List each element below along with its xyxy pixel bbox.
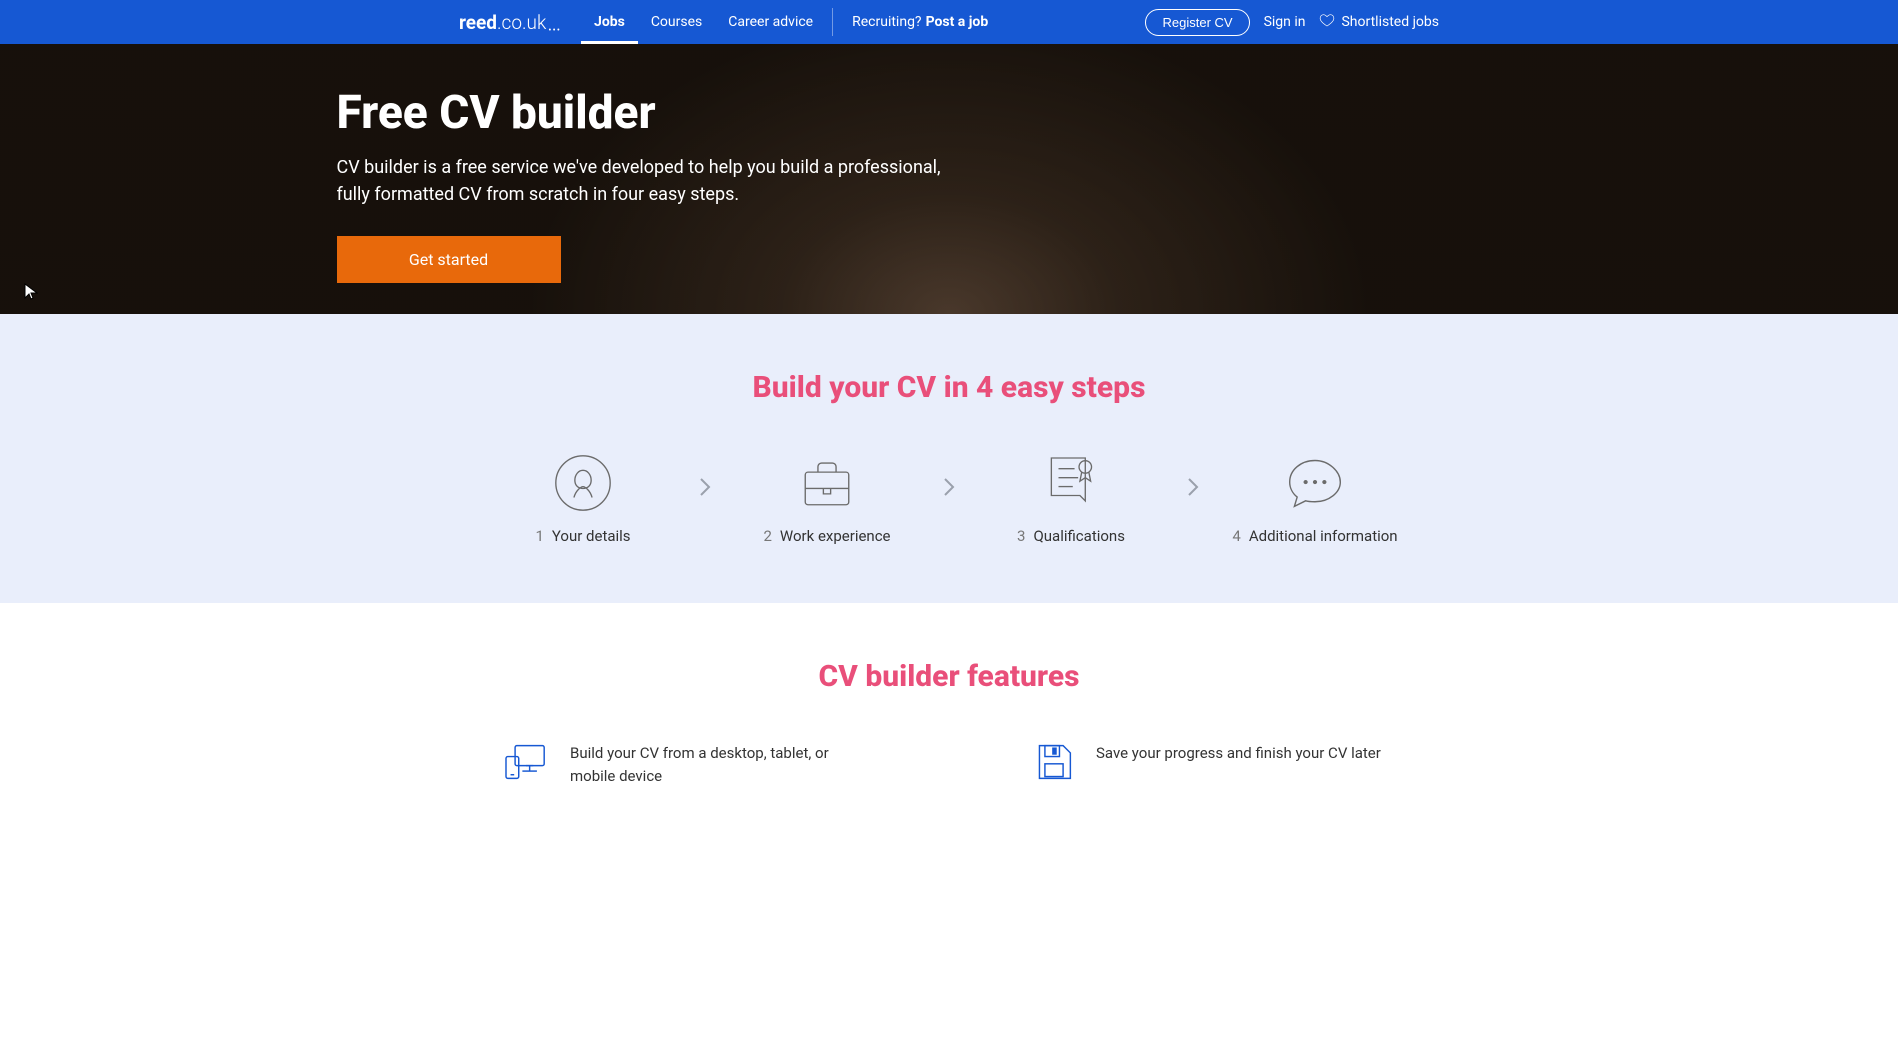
step-1-num: 1 [535, 527, 543, 545]
features-title: CV builder features [337, 659, 1562, 694]
nav-recruiting-bold: Post a job [926, 14, 989, 30]
nav-courses-label: Courses [651, 14, 702, 30]
step-1-label: Your details [552, 527, 631, 545]
step-2-label: Work experience [780, 527, 891, 545]
sign-in-label: Sign in [1264, 14, 1306, 30]
certificate-icon [1046, 453, 1096, 513]
devices-icon [504, 742, 548, 786]
step-2-num: 2 [763, 527, 771, 545]
hero-title: Free CV builder [337, 86, 1562, 140]
nav-divider [832, 8, 833, 36]
top-navbar: reed.co.uk••• Jobs Courses Career advice… [0, 0, 1898, 44]
steps-section: Build your CV in 4 easy steps 1 Your deta… [0, 314, 1898, 603]
logo-bold: reed [459, 11, 497, 34]
get-started-label: Get started [409, 250, 488, 269]
step-qualifications: 3 Qualifications [956, 453, 1186, 545]
feature-multi-device: Build your CV from a desktop, tablet, or… [504, 742, 864, 787]
nav-courses[interactable]: Courses [638, 0, 715, 44]
step-your-details: 1 Your details [468, 453, 698, 545]
logo-dots-icon: ••• [548, 25, 561, 36]
get-started-button[interactable]: Get started [337, 236, 561, 283]
step-3-label: Qualifications [1033, 527, 1125, 545]
floppy-disk-icon [1034, 742, 1074, 786]
chevron-right-icon [942, 476, 956, 522]
steps-title: Build your CV in 4 easy steps [337, 370, 1562, 405]
shortlisted-jobs-link[interactable]: Shortlisted jobs [1319, 12, 1439, 32]
step-4-label: Additional information [1249, 527, 1398, 545]
briefcase-icon [798, 453, 856, 513]
step-3-num: 3 [1017, 527, 1025, 545]
step-additional-info: 4 Additional information [1200, 453, 1430, 545]
nav-jobs[interactable]: Jobs [581, 0, 638, 44]
hero-subtitle: CV builder is a free service we've devel… [337, 154, 977, 208]
speech-bubble-icon [1285, 453, 1345, 513]
logo-light: .co.uk [497, 11, 546, 34]
nav-recruiting-prefix: Recruiting? [852, 14, 921, 30]
chevron-right-icon [698, 476, 712, 522]
site-logo[interactable]: reed.co.uk••• [459, 0, 581, 44]
step-4-num: 4 [1232, 527, 1240, 545]
register-cv-button[interactable]: Register CV [1145, 9, 1249, 36]
step-work-experience: 2 Work experience [712, 453, 942, 545]
sign-in-link[interactable]: Sign in [1264, 14, 1306, 30]
heart-icon [1319, 12, 1335, 32]
nav-jobs-label: Jobs [594, 14, 625, 30]
feature-2-text: Save your progress and finish your CV la… [1096, 742, 1381, 765]
nav-post-a-job[interactable]: Recruiting? Post a job [839, 0, 1001, 44]
feature-save-progress: Save your progress and finish your CV la… [1034, 742, 1394, 787]
nav-career-advice-label: Career advice [728, 14, 813, 30]
features-section: CV builder features Build your CV from a… [0, 603, 1898, 843]
register-cv-label: Register CV [1162, 15, 1232, 30]
person-icon [554, 453, 612, 513]
feature-1-text: Build your CV from a desktop, tablet, or… [570, 742, 864, 787]
shortlisted-label: Shortlisted jobs [1341, 14, 1439, 30]
hero-section: Free CV builder CV builder is a free ser… [0, 44, 1898, 314]
chevron-right-icon [1186, 476, 1200, 522]
nav-career-advice[interactable]: Career advice [715, 0, 826, 44]
